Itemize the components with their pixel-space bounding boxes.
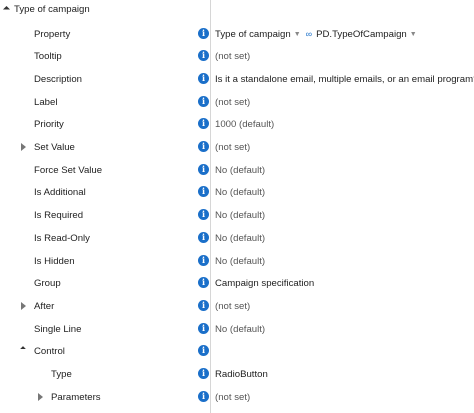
property-name: Control bbox=[34, 346, 65, 358]
info-icon[interactable]: i bbox=[198, 163, 209, 175]
property-name: Is Additional bbox=[34, 187, 86, 199]
property-row-single-line[interactable]: Single Line i No (default) bbox=[0, 319, 474, 342]
property-name: Force Set Value bbox=[34, 164, 103, 176]
property-row-tooltip[interactable]: Tooltip i (not set) bbox=[0, 46, 474, 69]
dropdown-arrow-icon[interactable]: ▼ bbox=[410, 31, 417, 38]
property-name: Single Line bbox=[34, 323, 82, 335]
property-row-is-required[interactable]: Is Required i No (default) bbox=[0, 205, 474, 228]
property-grid: Type of campaign Property i Type of camp… bbox=[0, 0, 474, 413]
property-value[interactable]: No (default) bbox=[215, 187, 265, 198]
info-icon[interactable]: i bbox=[198, 299, 209, 311]
property-value[interactable]: Campaign specification bbox=[215, 278, 314, 289]
info-icon[interactable]: i bbox=[198, 322, 209, 334]
property-name: Is Read-Only bbox=[34, 232, 90, 244]
property-name: Description bbox=[34, 73, 82, 85]
property-value[interactable]: No (default) bbox=[215, 256, 265, 267]
property-row-property[interactable]: Property i Type of campaign ▼ ∞ PD.TypeOfCa… bbox=[0, 24, 474, 47]
link-icon: ∞ bbox=[305, 28, 313, 39]
property-link-text: PD.TypeOfCampaign bbox=[316, 28, 407, 40]
property-name: Parameters bbox=[51, 391, 101, 403]
info-icon[interactable]: i bbox=[198, 118, 209, 130]
property-value[interactable]: No (default) bbox=[215, 165, 265, 176]
property-value[interactable]: (not set) bbox=[215, 301, 250, 312]
property-row-force-set-value[interactable]: Force Set Value i No (default) bbox=[0, 160, 474, 183]
property-value[interactable]: (not set) bbox=[215, 97, 250, 108]
property-value[interactable]: Type of campaign ▼ ∞ PD.TypeOfCampaign ▼ bbox=[215, 29, 422, 40]
info-icon[interactable]: i bbox=[198, 141, 209, 152]
info-icon[interactable]: i bbox=[198, 95, 209, 107]
info-icon[interactable]: i bbox=[198, 186, 209, 198]
property-name: Priority bbox=[34, 119, 64, 131]
property-name: Group bbox=[34, 278, 61, 290]
property-value[interactable]: No (default) bbox=[215, 210, 265, 221]
property-name: Label bbox=[34, 96, 58, 108]
property-row-type[interactable]: Type i RadioButton bbox=[0, 364, 474, 387]
property-row-is-hidden[interactable]: Is Hidden i No (default) bbox=[0, 251, 474, 274]
collapse-arrow-icon[interactable] bbox=[20, 346, 26, 353]
property-row-description[interactable]: Description i Is it a standalone email, … bbox=[0, 69, 474, 92]
property-value[interactable]: 1000 (default) bbox=[215, 119, 274, 130]
property-row-control[interactable]: Control i bbox=[0, 341, 474, 364]
property-row-group[interactable]: Group i Campaign specification bbox=[0, 273, 474, 296]
info-icon[interactable]: i bbox=[198, 368, 209, 379]
info-icon[interactable]: i bbox=[198, 231, 209, 243]
info-icon[interactable]: i bbox=[198, 27, 209, 39]
collapse-arrow-icon[interactable] bbox=[2, 5, 11, 14]
property-value-text: Type of campaign bbox=[215, 28, 291, 40]
group-header-label: Type of campaign bbox=[14, 4, 90, 15]
property-row-is-additional[interactable]: Is Additional i No (default) bbox=[0, 182, 474, 205]
property-name: Is Required bbox=[34, 210, 84, 222]
property-value[interactable]: (not set) bbox=[215, 392, 250, 403]
property-value[interactable]: No (default) bbox=[215, 233, 265, 244]
expand-arrow-icon[interactable] bbox=[21, 143, 26, 151]
info-icon[interactable]: i bbox=[198, 209, 209, 221]
property-row-set-value[interactable]: Set Value i (not set) bbox=[0, 137, 474, 160]
property-value[interactable]: No (default) bbox=[215, 324, 265, 335]
property-row-is-read-only[interactable]: Is Read-Only i No (default) bbox=[0, 228, 474, 251]
property-name: Tooltip bbox=[34, 51, 62, 63]
expand-arrow-icon[interactable] bbox=[21, 301, 26, 310]
expand-arrow-icon[interactable] bbox=[38, 392, 43, 401]
property-name: Type bbox=[51, 369, 72, 380]
info-icon[interactable]: i bbox=[198, 390, 209, 402]
property-value[interactable]: RadioButton bbox=[215, 369, 268, 380]
property-name: Is Hidden bbox=[34, 255, 75, 267]
info-icon[interactable]: i bbox=[198, 254, 209, 266]
info-icon[interactable]: i bbox=[198, 345, 209, 357]
property-value[interactable]: (not set) bbox=[215, 142, 250, 153]
group-header-type-of-campaign[interactable]: Type of campaign bbox=[0, 0, 474, 22]
property-name: Property bbox=[34, 28, 71, 40]
property-value[interactable]: Is it a standalone email, multiple email… bbox=[215, 74, 474, 85]
property-name: After bbox=[34, 300, 55, 312]
property-row-parameters[interactable]: Parameters i (not set) bbox=[0, 387, 474, 410]
info-icon[interactable]: i bbox=[198, 72, 209, 84]
property-name: Set Value bbox=[34, 142, 75, 153]
info-icon[interactable]: i bbox=[198, 50, 209, 62]
property-row-priority[interactable]: Priority i 1000 (default) bbox=[0, 114, 474, 137]
property-row-after[interactable]: After i (not set) bbox=[0, 296, 474, 319]
property-value[interactable]: (not set) bbox=[215, 51, 250, 62]
info-icon[interactable]: i bbox=[198, 277, 209, 289]
property-row-label[interactable]: Label i (not set) bbox=[0, 92, 474, 115]
dropdown-arrow-icon[interactable]: ▼ bbox=[294, 31, 301, 38]
